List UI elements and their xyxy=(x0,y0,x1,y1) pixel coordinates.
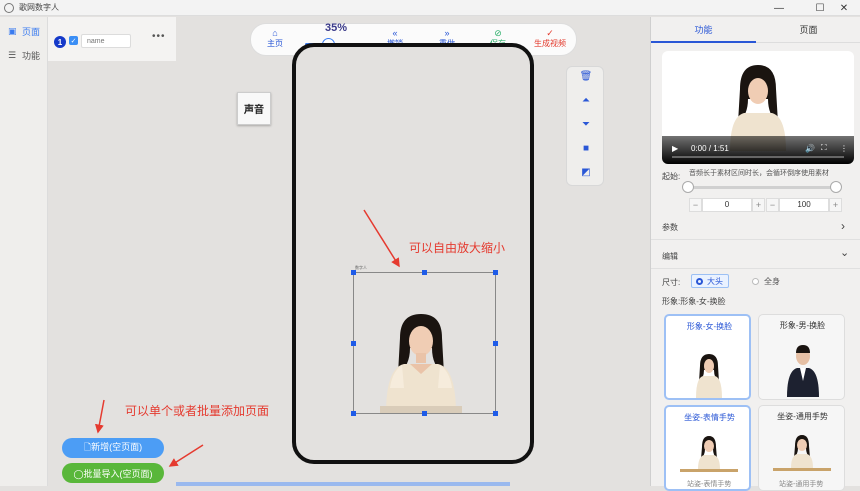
range-end-input[interactable]: 100 xyxy=(779,198,829,212)
chevron-right-icon: › xyxy=(841,219,845,233)
pose-card-title: 站姿-表情手势 xyxy=(687,481,732,488)
params-label: 参数 xyxy=(662,223,678,232)
resize-handle-s[interactable] xyxy=(422,411,427,416)
page-icon: ▣ xyxy=(8,25,17,36)
selection-box[interactable] xyxy=(353,272,496,414)
send-to-back-icon[interactable]: ◩ xyxy=(567,167,605,178)
size-option-head[interactable]: 大头 xyxy=(691,274,729,288)
batch-import-button[interactable]: ◯批量导入(空页面) xyxy=(62,463,164,483)
size-option-label: 全身 xyxy=(764,277,780,286)
bring-to-front-icon[interactable]: ■ xyxy=(567,143,605,154)
video-more-icon[interactable]: ⋮ xyxy=(840,144,848,153)
title-bar: 歌网数字人 xyxy=(0,0,860,16)
horizontal-scrollbar[interactable] xyxy=(176,482,510,486)
resize-hint-annotation: 可以自由放大缩小 xyxy=(409,241,506,255)
close-button[interactable]: ✕ xyxy=(828,0,860,16)
avatar-card-female[interactable]: 形象-女-换脸 xyxy=(664,314,751,400)
zoom-percent: 35% xyxy=(325,22,348,34)
size-label: 尺寸: xyxy=(662,278,681,287)
video-time: 0:00 / 1:51 xyxy=(691,144,729,153)
generate-video-button[interactable]: ✓ 生成视频 xyxy=(534,28,566,49)
home-label: 主页 xyxy=(267,39,283,48)
start-note: 音频长于素材区间时长，会循环倒序使用素材 xyxy=(689,170,829,177)
nav-item-functions[interactable]: ☰ 功能 xyxy=(0,43,47,67)
save-icon: ⊘ xyxy=(494,28,502,38)
nav-item-pages[interactable]: ▣ 页面 xyxy=(0,19,47,43)
start-increment-button[interactable]: + xyxy=(752,198,765,212)
resize-handle-nw[interactable] xyxy=(351,270,356,275)
add-page-hint-annotation: 可以单个或者批量添加页面 xyxy=(125,404,270,418)
minimize-button[interactable]: — xyxy=(763,0,795,16)
end-decrement-button[interactable]: − xyxy=(766,198,779,212)
app-logo-icon xyxy=(4,2,14,13)
delete-icon[interactable]: 🗑 xyxy=(567,71,605,82)
fullscreen-icon[interactable]: ⛶ xyxy=(821,143,827,153)
sound-button[interactable]: 声音 xyxy=(237,92,271,125)
element-tag: 数字人 xyxy=(355,265,367,270)
avatar-card-title: 形象-女-换脸 xyxy=(686,322,733,331)
video-player[interactable]: ▶ 0:00 / 1:51 🔊 ⛶ ⋮ xyxy=(662,51,854,164)
resize-handle-w[interactable] xyxy=(351,341,356,346)
resize-handle-e[interactable] xyxy=(493,341,498,346)
avatar-card-title: 形象-男-换脸 xyxy=(779,321,826,330)
avatar-card-male[interactable]: 形象-男-换脸 xyxy=(758,314,845,400)
tab-pages[interactable]: 页面 xyxy=(756,17,860,43)
layer-tools: 🗑 ⏶ ⏷ ■ ◩ xyxy=(566,66,604,186)
pose-thumb xyxy=(680,436,738,472)
edit-section-header[interactable]: 编辑 ⌄ xyxy=(651,243,860,269)
window-title: 歌网数字人 xyxy=(19,3,59,12)
undo-icon: « xyxy=(392,28,398,38)
start-decrement-button[interactable]: − xyxy=(689,198,702,212)
play-icon[interactable]: ▶ xyxy=(672,144,678,153)
home-button[interactable]: ⌂ 主页 xyxy=(267,28,283,49)
left-nav: ▣ 页面 ☰ 功能 xyxy=(0,17,48,486)
range-handle-end[interactable] xyxy=(830,181,842,193)
resize-handle-se[interactable] xyxy=(493,411,498,416)
more-options-icon[interactable]: ••• xyxy=(152,31,166,42)
resize-handle-n[interactable] xyxy=(422,270,427,275)
sliders-icon: ☰ xyxy=(8,49,17,60)
pose-thumb xyxy=(773,435,831,471)
page-list: 1 ✓ ••• xyxy=(48,17,176,61)
page-number-badge: 1 xyxy=(54,36,66,48)
right-panel: 功能 页面 ▶ 0:00 / 1:51 🔊 ⛶ ⋮ 起始: 音频长于素材区间时长… xyxy=(650,17,860,491)
radio-selected-icon xyxy=(696,277,703,285)
start-label: 起始: xyxy=(662,172,681,181)
params-section-header[interactable]: 参数 › xyxy=(651,214,860,240)
generate-video-label: 生成视频 xyxy=(534,39,566,48)
nav-item-label: 功能 xyxy=(22,50,41,61)
pose-card-title: 坐姿-表情手势 xyxy=(684,413,735,422)
chevron-down-icon: ⌄ xyxy=(840,247,850,259)
pose-card-title: 坐姿-通用手势 xyxy=(777,412,828,421)
move-up-icon[interactable]: ⏶ xyxy=(567,95,605,106)
home-icon: ⌂ xyxy=(272,28,278,38)
edit-label: 编辑 xyxy=(662,252,678,261)
range-slider[interactable] xyxy=(682,181,842,193)
avatar-thumb xyxy=(696,354,722,398)
move-down-icon[interactable]: ⏷ xyxy=(567,119,605,130)
tab-functions[interactable]: 功能 xyxy=(651,17,756,43)
volume-icon[interactable]: 🔊 xyxy=(805,144,815,153)
add-page-button[interactable]: 🗋新增(空页面) xyxy=(62,438,164,458)
nav-item-label: 页面 xyxy=(22,26,41,37)
page-name-input[interactable] xyxy=(81,34,131,48)
redo-icon: » xyxy=(444,28,450,38)
size-option-label: 大头 xyxy=(707,276,723,286)
range-handle-start[interactable] xyxy=(682,181,694,193)
video-progress[interactable] xyxy=(672,156,844,158)
avatar-label: 形象:形象-女-换脸 xyxy=(662,297,726,306)
resize-handle-ne[interactable] xyxy=(493,270,498,275)
pose-card-title: 站姿-通用手势 xyxy=(779,481,824,488)
range-start-input[interactable]: 0 xyxy=(702,198,752,212)
size-option-full[interactable]: 全身 xyxy=(752,276,780,287)
resize-handle-sw[interactable] xyxy=(351,411,356,416)
end-increment-button[interactable]: + xyxy=(829,198,842,212)
page-checkbox[interactable]: ✓ xyxy=(69,36,78,45)
avatar-thumb xyxy=(787,345,819,397)
check-icon: ✓ xyxy=(546,28,554,38)
radio-unselected-icon xyxy=(752,278,759,285)
